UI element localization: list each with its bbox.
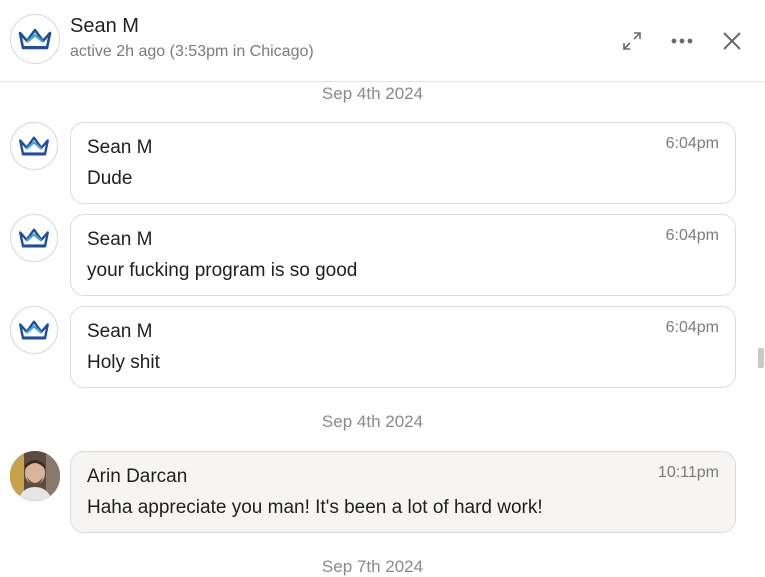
- date-separator: Sep 7th 2024: [321, 557, 424, 576]
- message-sender: Sean M: [87, 137, 153, 158]
- more-icon: [671, 38, 693, 44]
- crown-logo-icon: [18, 28, 52, 50]
- crown-logo-icon: [19, 228, 49, 248]
- contact-avatar[interactable]: [10, 14, 60, 64]
- chat-header: Sean M active 2h ago (3:53pm in Chicago): [0, 0, 765, 82]
- expand-button[interactable]: [617, 26, 647, 56]
- user-avatar[interactable]: [10, 451, 60, 501]
- close-button[interactable]: [717, 26, 747, 56]
- message-text: Holy shit: [87, 352, 160, 373]
- close-icon: [723, 32, 741, 50]
- message-bubble[interactable]: Arin Darcan 10:11pm Haha appreciate you …: [70, 451, 736, 533]
- expand-icon: [623, 32, 641, 50]
- sender-avatar[interactable]: [10, 306, 58, 354]
- message-time: 6:04pm: [665, 135, 719, 152]
- message-text: Haha appreciate you man! It's been a lot…: [87, 497, 543, 518]
- message-sender: Arin Darcan: [87, 466, 188, 487]
- message-sender: Sean M: [87, 321, 153, 342]
- date-separator: Sep 4th 2024: [321, 412, 424, 431]
- user-photo-icon: [10, 451, 60, 501]
- date-separator: Sep 4th 2024: [321, 84, 424, 103]
- crown-logo-icon: [19, 320, 49, 340]
- crown-logo-icon: [19, 136, 49, 156]
- sender-avatar[interactable]: [10, 214, 58, 262]
- message-text: your fucking program is so good: [87, 260, 358, 281]
- message-time: 6:04pm: [665, 319, 719, 336]
- message-bubble[interactable]: Sean M 6:04pm your fucking program is so…: [70, 214, 736, 296]
- scrollbar-thumb[interactable]: [758, 348, 764, 368]
- sender-avatar[interactable]: [10, 122, 58, 170]
- message-bubble[interactable]: Sean M 6:04pm Holy shit: [70, 306, 736, 388]
- message-bubble[interactable]: Sean M 6:04pm Dude: [70, 122, 736, 204]
- more-options-button[interactable]: [667, 26, 697, 56]
- contact-status: active 2h ago (3:53pm in Chicago): [70, 43, 314, 60]
- message-time: 6:04pm: [665, 227, 719, 244]
- contact-name: Sean M: [70, 15, 139, 37]
- message-sender: Sean M: [87, 229, 153, 250]
- message-time: 10:11pm: [657, 464, 719, 481]
- message-text: Dude: [87, 168, 133, 189]
